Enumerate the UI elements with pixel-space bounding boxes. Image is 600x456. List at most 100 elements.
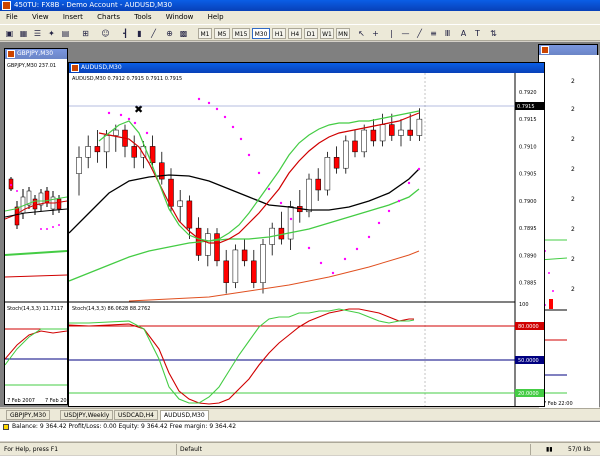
balance-icon bbox=[3, 424, 9, 430]
tf-m30[interactable]: M30 bbox=[252, 28, 270, 39]
equidistant-channel-icon[interactable]: ≡ bbox=[428, 28, 439, 39]
sar-dot bbox=[247, 153, 251, 157]
trendline-icon[interactable]: ╱ bbox=[414, 28, 425, 39]
sar-dot bbox=[417, 167, 421, 171]
menu-insert[interactable]: Insert bbox=[57, 11, 89, 24]
tf-h4[interactable]: H4 bbox=[288, 28, 302, 39]
stoch-level-50: 50.0000 bbox=[518, 358, 539, 364]
tab-audusd-m30[interactable]: AUDUSD,M30 bbox=[160, 410, 209, 420]
menu-view[interactable]: View bbox=[26, 11, 55, 24]
gbpjpy-chart-svg[interactable]: GBPJPY,M30 237.01 Stoch(14,3,3) 11.7117 … bbox=[5, 59, 67, 404]
sar-dot bbox=[397, 199, 401, 203]
chart-tabs: GBPJPY,M30 USDJPY,Weekly USDCAD,H4 AUDUS… bbox=[0, 408, 600, 420]
svg-text:2: 2 bbox=[571, 286, 575, 293]
text-label-icon[interactable]: T bbox=[472, 28, 483, 39]
price-tick-label: 0.7920 bbox=[519, 90, 537, 96]
candle bbox=[214, 228, 220, 267]
sar-dot bbox=[367, 235, 371, 239]
sar-dot bbox=[307, 246, 311, 250]
sar-dot bbox=[223, 115, 227, 119]
chart-window-gbpjpy[interactable]: GBPJPY,M30 GBPJPY,M30 237.01 Stoch(14,3,… bbox=[4, 48, 68, 405]
tf-h1[interactable]: H1 bbox=[272, 28, 286, 39]
gbpjpy-stoch-label: Stoch(14,3,3) 11.7117 bbox=[7, 306, 63, 312]
balance-text: Balance: 9 364.42 Profit/Loss: 0.00 Equi… bbox=[12, 423, 237, 430]
new-chart-icon[interactable]: ▣ bbox=[4, 28, 15, 39]
sar-dot bbox=[279, 201, 283, 205]
status-traffic-icon: ▮▮ bbox=[546, 446, 553, 453]
tf-m1[interactable]: M1 bbox=[198, 28, 212, 39]
sar-dot bbox=[119, 113, 123, 117]
candle-chart-icon[interactable]: ▮ bbox=[134, 28, 145, 39]
sar-dot bbox=[331, 271, 335, 275]
tf-m15[interactable]: M15 bbox=[232, 28, 250, 39]
sar-dot bbox=[107, 111, 111, 115]
sar-dot bbox=[127, 117, 131, 121]
menu-file[interactable]: File bbox=[0, 11, 24, 24]
balance-row[interactable]: Balance: 9 364.42 Profit/Loss: 0.00 Equi… bbox=[0, 422, 600, 432]
candle bbox=[232, 244, 239, 289]
chart-window-icon bbox=[71, 64, 79, 72]
sar-dot bbox=[239, 137, 243, 141]
new-order-icon[interactable]: ⊞ bbox=[80, 28, 91, 39]
status-help: For Help, press F1 bbox=[4, 446, 59, 453]
zoom-in-icon[interactable]: ⊕ bbox=[164, 28, 175, 39]
menu-window[interactable]: Window bbox=[160, 11, 200, 24]
sar-dot bbox=[355, 247, 359, 251]
gbpjpy-date-0: 7 Feb 2007 bbox=[7, 398, 35, 404]
audusd-window-titlebar[interactable]: AUDUSD,M30 bbox=[69, 63, 544, 73]
fibonacci-icon[interactable]: Ⅲ bbox=[442, 28, 453, 39]
arrows-icon[interactable]: ⇅ bbox=[488, 28, 499, 39]
crosshair-icon[interactable]: + bbox=[370, 28, 381, 39]
expert-advisors-icon[interactable]: ☺ bbox=[100, 28, 111, 39]
stoch-level-80: 80.0000 bbox=[518, 324, 539, 330]
sar-dot bbox=[319, 261, 323, 265]
market-watch-icon[interactable]: ☰ bbox=[32, 28, 43, 39]
menu-tools[interactable]: Tools bbox=[128, 11, 157, 24]
sar-dot bbox=[215, 107, 219, 111]
chart-window-audusd[interactable]: AUDUSD,M30 AUDUSD,M30 0.7912 0.7915 0.79… bbox=[68, 62, 545, 407]
tab-usdcad-h4[interactable]: USDCAD,H4 bbox=[114, 410, 158, 420]
app-icon bbox=[2, 1, 11, 10]
navigator-icon[interactable]: ✦ bbox=[46, 28, 57, 39]
status-traffic: 57/0 kb bbox=[568, 446, 591, 453]
status-separator bbox=[530, 444, 531, 455]
chart-window-behind[interactable]: 2 2 2 2 2 2 2 2 7 Feb 22:00 bbox=[538, 44, 599, 408]
bar-chart-icon[interactable]: ┫ bbox=[120, 28, 131, 39]
tf-d1[interactable]: D1 bbox=[304, 28, 318, 39]
terminal-icon[interactable]: ▤ bbox=[60, 28, 71, 39]
terminal-panel: Balance: 9 364.42 Profit/Loss: 0.00 Equi… bbox=[0, 421, 600, 441]
profiles-icon[interactable]: ▦ bbox=[18, 28, 29, 39]
price-tick-label: 0.7900 bbox=[519, 199, 537, 205]
text-icon[interactable]: A bbox=[458, 28, 469, 39]
audusd-chart-header: AUDUSD,M30 0.7912 0.7915 0.7911 0.7915 bbox=[72, 76, 182, 82]
price-tick-label: 0.7905 bbox=[519, 172, 537, 178]
horizontal-line-icon[interactable]: — bbox=[400, 28, 411, 39]
sar-dot bbox=[133, 121, 137, 125]
gbpjpy-window-titlebar[interactable]: GBPJPY,M30 bbox=[5, 49, 67, 59]
tf-mn[interactable]: MN bbox=[336, 28, 350, 39]
cursor-icon[interactable]: ↖ bbox=[356, 28, 367, 39]
tab-gbpjpy[interactable]: GBPJPY,M30 bbox=[6, 410, 51, 420]
status-bar: For Help, press F1 Default ▮▮ 57/0 kb bbox=[0, 442, 600, 455]
vertical-line-icon[interactable]: | bbox=[386, 28, 397, 39]
price-tick-label: 0.7895 bbox=[519, 226, 537, 232]
candle bbox=[324, 151, 331, 196]
line-chart-icon[interactable]: ╱ bbox=[148, 28, 159, 39]
candle bbox=[306, 173, 312, 218]
audusd-chart-svg[interactable]: AUDUSD,M30 0.7912 0.7915 0.7911 0.7915 0… bbox=[69, 73, 544, 406]
tab-usdjpy-weekly[interactable]: USDJPY,Weekly bbox=[60, 410, 114, 420]
price-tick-label: 0.7915 bbox=[519, 117, 537, 123]
menu-charts[interactable]: Charts bbox=[91, 11, 126, 24]
close-position-marker-icon: ✖ bbox=[134, 103, 143, 116]
menu-help[interactable]: Help bbox=[202, 11, 230, 24]
tf-m5[interactable]: M5 bbox=[214, 28, 230, 39]
behind-window-titlebar[interactable] bbox=[539, 45, 597, 55]
current-price-label: 0.7915 bbox=[517, 104, 535, 110]
app-titlebar: 450TU: FX8B - Demo Account - AUDUSD,M30 bbox=[0, 0, 600, 11]
candle bbox=[343, 135, 349, 174]
templates-icon[interactable]: ▩ bbox=[178, 28, 189, 39]
behind-chart-svg[interactable]: 2 2 2 2 2 2 2 2 7 Feb 22:00 bbox=[539, 55, 599, 408]
sar-dot bbox=[231, 125, 235, 129]
price-tick-label: 0.7890 bbox=[519, 253, 537, 259]
tf-w1[interactable]: W1 bbox=[320, 28, 334, 39]
